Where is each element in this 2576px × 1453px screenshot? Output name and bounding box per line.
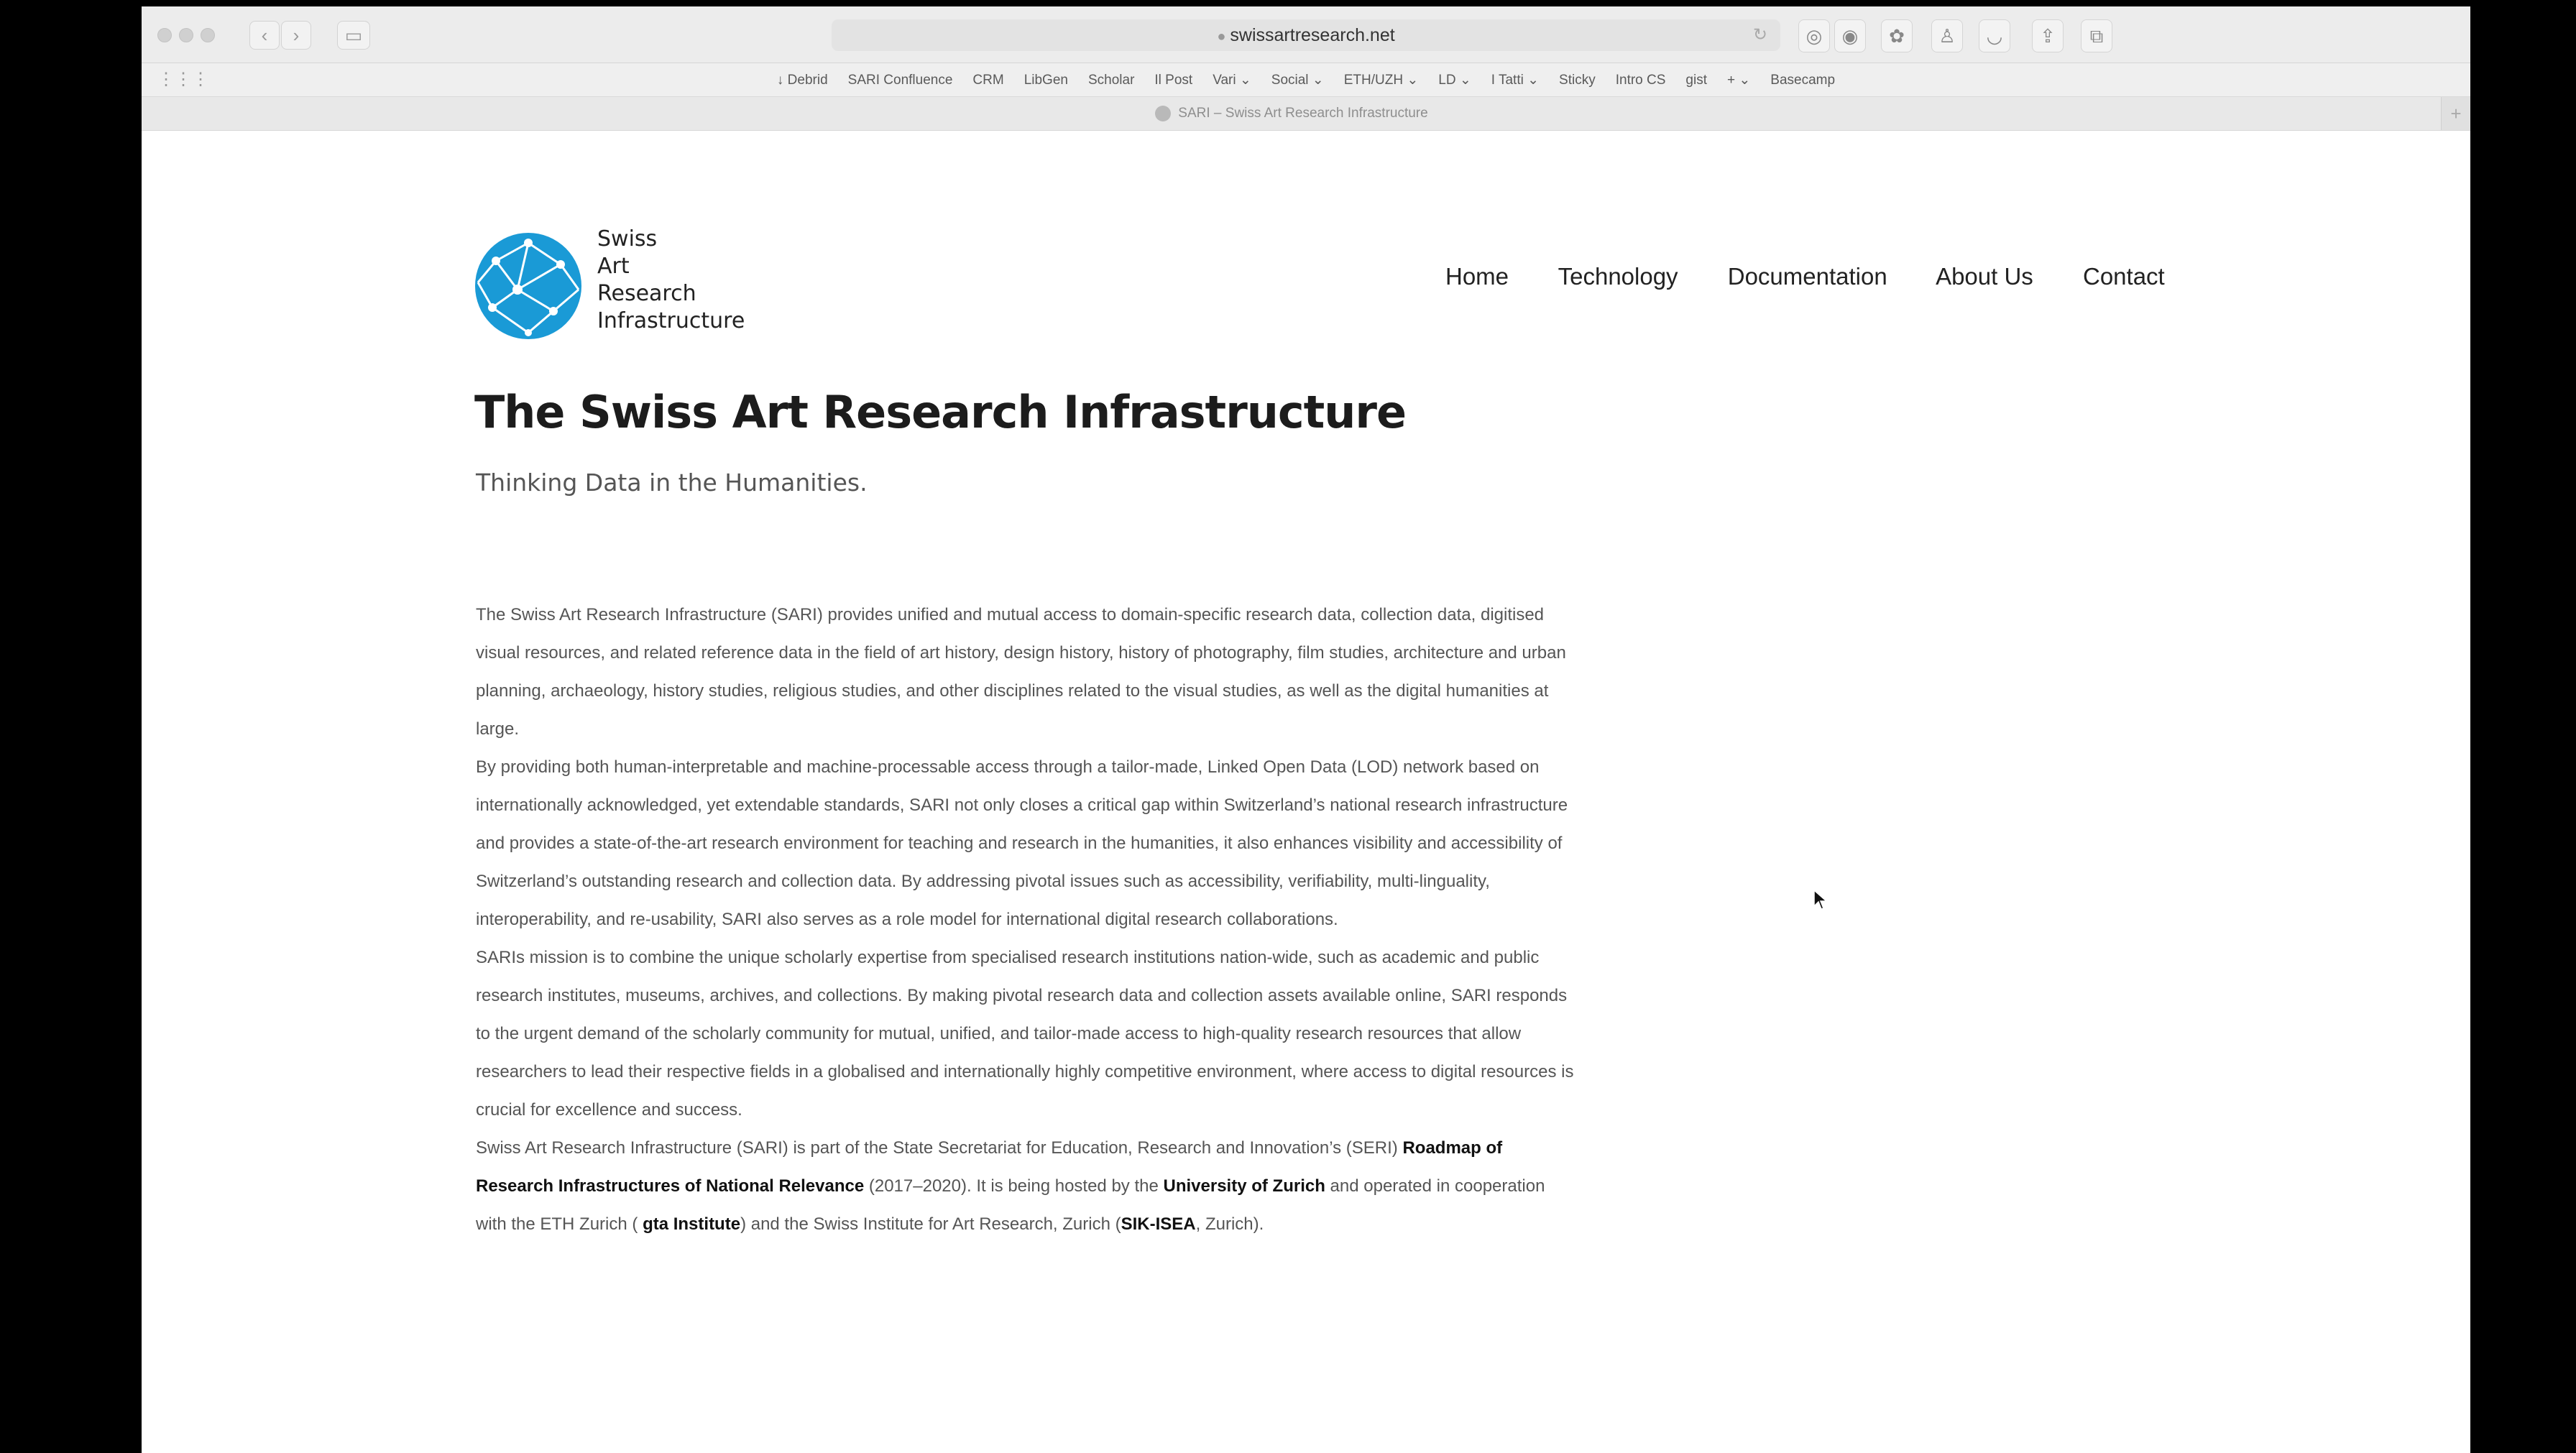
- favorite-item[interactable]: Il Post: [1154, 73, 1192, 88]
- close-window-button[interactable]: [157, 28, 172, 42]
- mouse-cursor-icon: [1813, 889, 1828, 910]
- sik-isea-link[interactable]: SIK-ISEA: [1121, 1214, 1196, 1234]
- paragraph-3: SARIs mission is to combine the unique s…: [476, 948, 1574, 1120]
- logo-text[interactable]: Swiss Art Research Infrastructure: [597, 226, 745, 335]
- sidebar-toggle-button[interactable]: ▭: [337, 21, 370, 50]
- favorite-item[interactable]: LibGen: [1024, 73, 1068, 88]
- favorite-item[interactable]: + ⌄: [1727, 73, 1750, 88]
- extension-icon[interactable]: ◉: [1834, 19, 1866, 52]
- favorite-item[interactable]: SARI Confluence: [848, 73, 953, 88]
- favorite-item[interactable]: ETH/UZH ⌄: [1344, 73, 1419, 88]
- address-text: swissartresearch.net: [1230, 25, 1395, 45]
- main-navigation: Home Technology Documentation About Us C…: [1445, 263, 2165, 290]
- favorite-item[interactable]: gist: [1685, 73, 1707, 88]
- lock-icon: ●: [1217, 29, 1226, 45]
- chevron-right-icon: ›: [293, 24, 300, 46]
- favorite-item[interactable]: LD ⌄: [1438, 73, 1471, 88]
- paragraph-4: Swiss Art Research Infrastructure (SARI)…: [476, 1129, 1576, 1243]
- favorite-item[interactable]: Basecamp: [1770, 73, 1835, 88]
- tab-title: SARI – Swiss Art Research Infrastructure: [1178, 106, 1428, 121]
- text-span: (2017–2020). It is being hosted by the: [864, 1176, 1164, 1196]
- university-of-zurich-link[interactable]: University of Zurich: [1164, 1176, 1325, 1196]
- paragraph-2: By providing both human-interpretable an…: [476, 757, 1568, 929]
- favorite-item[interactable]: Sticky: [1559, 73, 1596, 88]
- logo-line: Swiss: [597, 226, 658, 252]
- extension-icon[interactable]: ♙: [1931, 19, 1963, 52]
- nav-about-us-link[interactable]: About Us: [1936, 263, 2033, 290]
- nav-documentation-link[interactable]: Documentation: [1728, 263, 1887, 290]
- web-page: Swiss Art Research Infrastructure Home T…: [142, 131, 2470, 1453]
- favicon-icon: [1155, 105, 1172, 121]
- favorite-item[interactable]: Intro CS: [1616, 73, 1666, 88]
- favorite-item[interactable]: I Tatti ⌄: [1491, 73, 1539, 88]
- text-span: , Zurich).: [1195, 1214, 1264, 1234]
- browser-window: ‹ › ▭ ● swissartresearch.net ↻ ◎ ◉ ✿ ♙ ◡ …: [142, 6, 2470, 1453]
- intro-text: The Swiss Art Research Infrastructure (S…: [476, 596, 1576, 1243]
- minimize-window-button[interactable]: [179, 28, 193, 42]
- sari-logo-icon[interactable]: [474, 232, 582, 340]
- extension-icon[interactable]: ✿: [1881, 19, 1913, 52]
- logo-line: Infrastructure: [597, 308, 745, 333]
- page-title: The Swiss Art Research Infrastructure: [474, 386, 1407, 438]
- nav-technology-link[interactable]: Technology: [1558, 263, 1678, 290]
- zoom-window-button[interactable]: [201, 28, 215, 42]
- back-button[interactable]: ‹: [249, 21, 280, 50]
- sidebar-icon: ▭: [344, 24, 363, 46]
- logo-line: Research: [597, 281, 696, 306]
- text-span: Swiss Art Research Infrastructure (SARI)…: [476, 1138, 1403, 1158]
- gta-institute-link[interactable]: gta Institute: [643, 1214, 740, 1234]
- favorite-item[interactable]: ↓ Debrid: [777, 73, 828, 88]
- forward-button[interactable]: ›: [281, 21, 311, 50]
- reload-icon[interactable]: ↻: [1753, 19, 1767, 51]
- new-tab-button[interactable]: +: [2441, 97, 2470, 130]
- text-span: ) and the Swiss Institute for Art Resear…: [740, 1214, 1121, 1234]
- logo-line: Art: [597, 254, 630, 279]
- address-bar[interactable]: ● swissartresearch.net ↻: [832, 19, 1780, 51]
- pocket-icon[interactable]: ◡: [1979, 19, 2010, 52]
- favorites-list: ↓ Debrid SARI Confluence CRM LibGen Scholar I…: [142, 72, 2470, 88]
- favorite-item[interactable]: Vari ⌄: [1213, 73, 1251, 88]
- tabs-overview-icon[interactable]: ⧉: [2081, 19, 2112, 52]
- browser-toolbar: ‹ › ▭ ● swissartresearch.net ↻ ◎ ◉ ✿ ♙ ◡ …: [142, 6, 2470, 63]
- active-tab[interactable]: SARI – Swiss Art Research Infrastructure: [142, 97, 2442, 130]
- share-icon[interactable]: ⇪: [2032, 19, 2064, 52]
- favorite-item[interactable]: Scholar: [1088, 73, 1134, 88]
- nav-contact-link[interactable]: Contact: [2083, 263, 2165, 290]
- chevron-left-icon: ‹: [261, 24, 268, 46]
- favorites-bar: ⋮⋮⋮ ↓ Debrid SARI Confluence CRM LibGen Scho…: [142, 63, 2470, 97]
- page-subtitle: Thinking Data in the Humanities.: [476, 469, 868, 497]
- extension-icon[interactable]: ◎: [1798, 19, 1830, 52]
- favorite-item[interactable]: CRM: [972, 73, 1003, 88]
- paragraph-1: The Swiss Art Research Infrastructure (S…: [476, 605, 1566, 739]
- favorite-item[interactable]: Social ⌄: [1271, 73, 1324, 88]
- tab-bar: SARI – Swiss Art Research Infrastructure…: [142, 97, 2470, 131]
- nav-home-link[interactable]: Home: [1445, 263, 1509, 290]
